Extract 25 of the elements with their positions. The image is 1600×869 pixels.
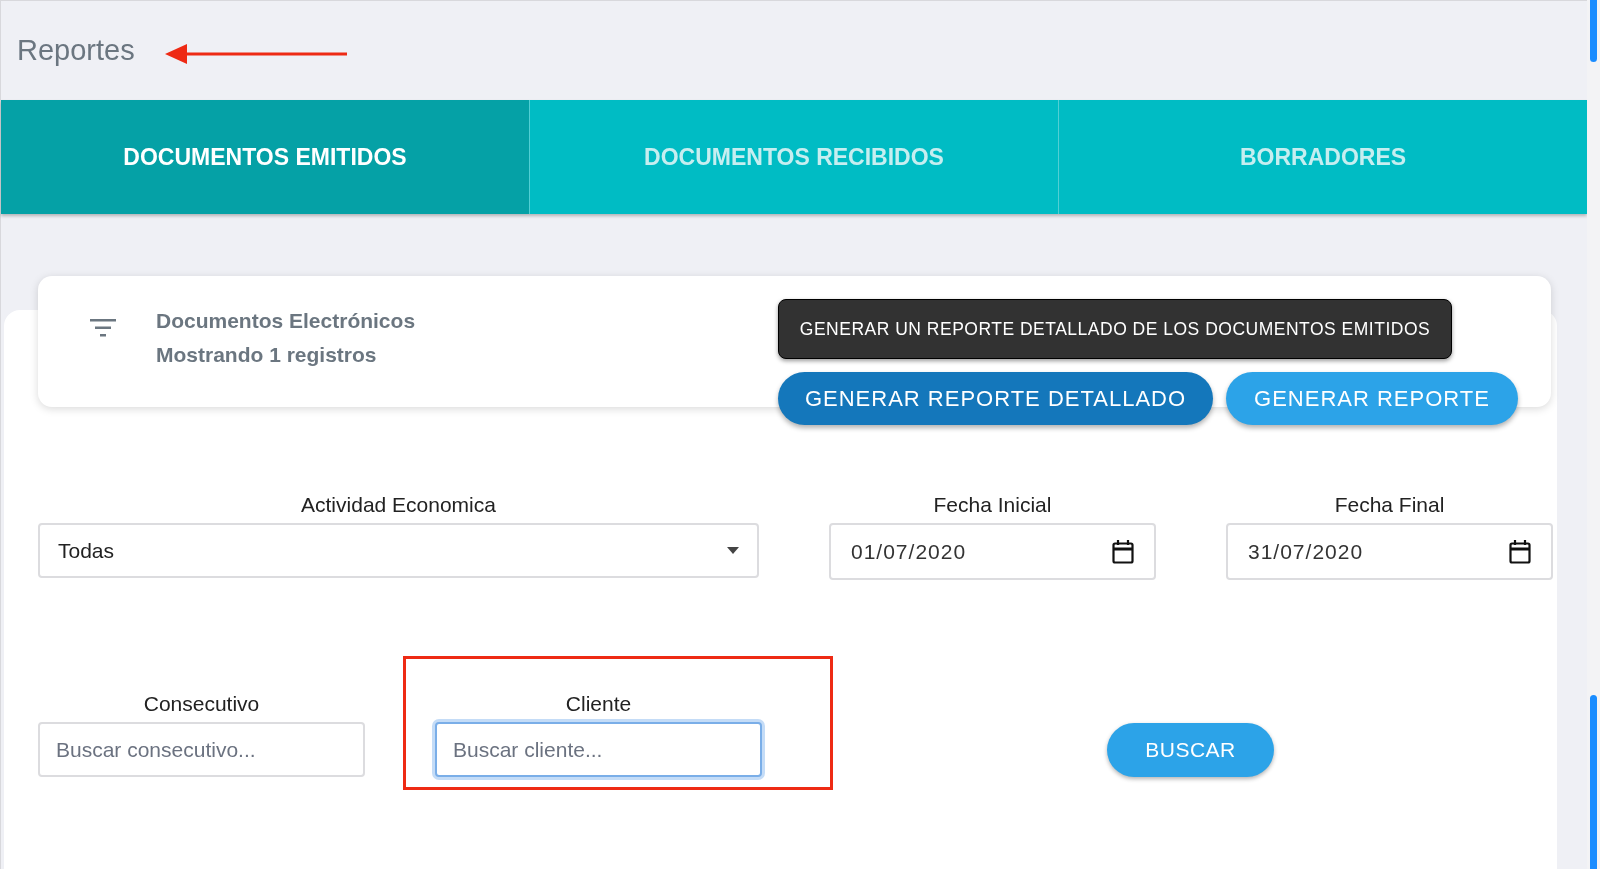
tab[interactable]: DOCUMENTOS EMITIDOS	[1, 100, 529, 214]
scrollbar-thumb	[1590, 0, 1597, 62]
field-label: Fecha Final	[1334, 493, 1445, 517]
date-field[interactable]: 31/07/2020	[1226, 523, 1553, 580]
report-button[interactable]: GENERAR REPORTE	[1226, 372, 1518, 425]
field-label: Cliente	[565, 692, 632, 716]
tooltip: GENERAR UN REPORTE DETALLADO DE LOS DOCUMENTOS EMITIDOS	[778, 299, 1452, 359]
activity-dropdown[interactable]: Todas	[38, 523, 759, 578]
dropdown-caret-icon	[727, 547, 739, 554]
record-count: Mostrando 1 registros	[156, 342, 378, 368]
search-field[interactable]: Buscar consecutivo...	[38, 722, 365, 777]
field-label: Consecutivo	[143, 692, 260, 716]
calendar-icon	[1112, 539, 1134, 564]
tab[interactable]: DOCUMENTOS RECIBIDOS	[529, 100, 1058, 214]
field-label: Fecha Inicial	[933, 493, 1052, 517]
field-label: Actividad Economica	[301, 493, 496, 517]
search-field[interactable]: Buscar cliente...	[435, 722, 762, 777]
date-field[interactable]: 01/07/2020	[829, 523, 1156, 580]
page-title: Reportes	[17, 32, 135, 68]
tab[interactable]: BORRADORES	[1058, 100, 1587, 214]
card-title: Documentos Electrónicos	[156, 308, 416, 334]
report-button[interactable]: GENERAR REPORTE DETALLADO	[778, 372, 1213, 425]
search-button[interactable]: BUSCAR	[1107, 723, 1274, 777]
calendar-icon	[1509, 539, 1531, 564]
filter-icon	[90, 319, 116, 337]
